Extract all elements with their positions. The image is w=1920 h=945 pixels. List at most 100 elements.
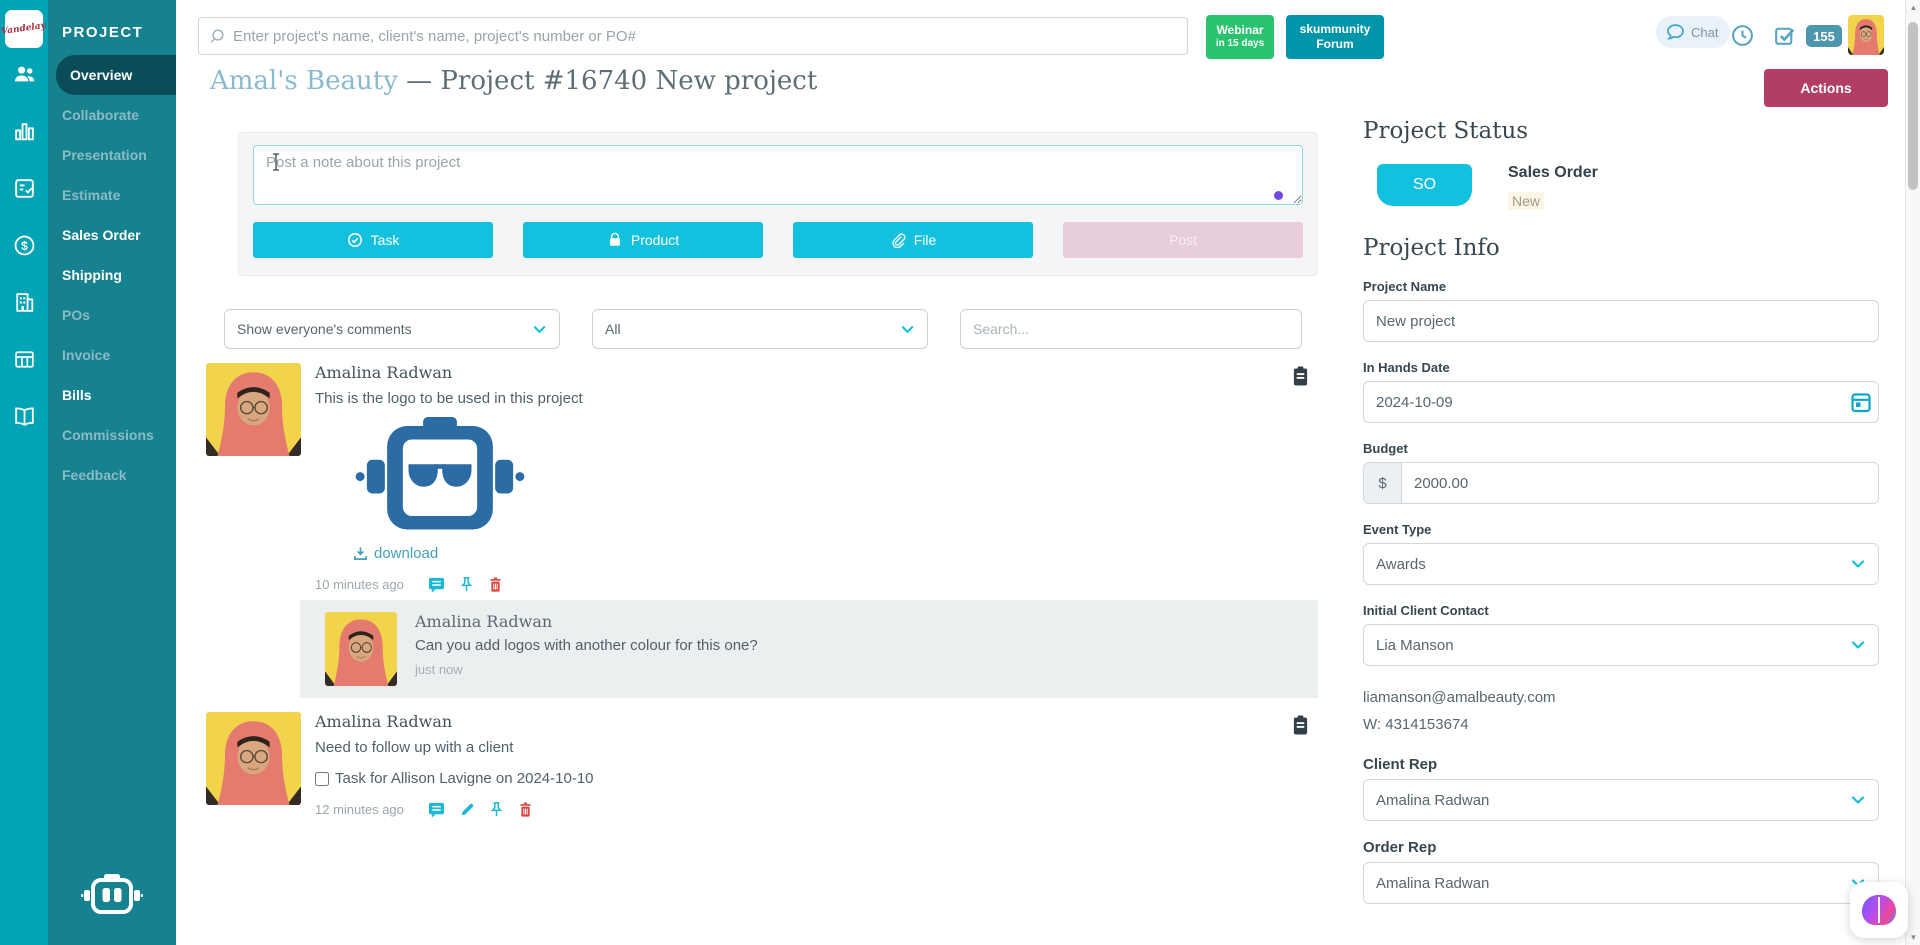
checkbox-icon[interactable] [1772, 23, 1797, 48]
download-link[interactable]: download [353, 545, 1309, 562]
task-check-icon [347, 232, 363, 248]
compose-panel: Task Product File Post [238, 132, 1318, 276]
client-name-link[interactable]: Amal's Beauty [210, 66, 398, 96]
users-icon[interactable] [12, 62, 37, 87]
actions-button[interactable]: Actions [1764, 69, 1888, 107]
comment-text: This is the logo to be used in this proj… [315, 390, 1309, 407]
scrollbar-thumb[interactable] [1908, 22, 1918, 190]
chevron-down-icon [532, 322, 547, 337]
sidebar-section-label: PROJECT [48, 0, 176, 55]
pencil-icon[interactable] [459, 802, 475, 818]
forum-button[interactable]: skummunity Forum [1286, 15, 1384, 59]
trash-icon[interactable] [518, 801, 533, 818]
avatar [206, 363, 301, 456]
comment-filters: Show everyone's comments All [224, 309, 1302, 349]
comment-timestamp: 12 minutes ago [315, 802, 404, 817]
robot-icon [81, 874, 143, 923]
ai-assistant-button[interactable] [1850, 882, 1908, 938]
product-bag-icon [607, 232, 623, 248]
pin-icon[interactable] [459, 576, 474, 593]
comments-type-select[interactable]: All [592, 309, 928, 349]
project-overview-page: Vandelay $ PROJECT Overview Collaborate … [0, 0, 1920, 945]
scrollbar-down-arrow[interactable]: ▼ [1906, 933, 1920, 942]
comment-icon[interactable] [428, 801, 445, 818]
project-name-label: Project Name [1363, 279, 1883, 294]
sidebar-item-presentation[interactable]: Presentation [48, 135, 176, 175]
in-hands-date-input[interactable] [1363, 381, 1879, 423]
chevron-down-icon [1850, 637, 1866, 653]
status-badge[interactable]: SO [1377, 164, 1472, 206]
contact-phone: W: 4314153674 [1363, 711, 1883, 738]
currency-prefix: $ [1364, 463, 1402, 503]
comments-search-input[interactable] [960, 309, 1302, 349]
client-rep-select[interactable]: Amalina Radwan [1363, 779, 1879, 821]
collaborator-cursor-dot [1274, 191, 1283, 200]
event-type-select[interactable]: Awards [1363, 543, 1879, 585]
initial-client-contact-select[interactable]: Lia Manson [1363, 624, 1879, 666]
comment-item: Amalina Radwan Need to follow up with a … [206, 712, 1309, 818]
sidebar-item-pos[interactable]: POs [48, 295, 176, 335]
global-search-input[interactable] [198, 17, 1188, 55]
comment-reply-item: Amalina Radwan Can you add logos with an… [300, 600, 1318, 698]
bar-chart-icon[interactable] [12, 119, 37, 144]
comment-item: Amalina Radwan This is the logo to be us… [206, 363, 1309, 593]
order-rep-select[interactable]: Amalina Radwan [1363, 862, 1879, 904]
clipboard-icon[interactable] [1292, 365, 1309, 387]
comments-visibility-select[interactable]: Show everyone's comments [224, 309, 560, 349]
sidebar-item-bills[interactable]: Bills [48, 375, 176, 415]
note-textarea[interactable] [253, 145, 1303, 205]
company-logo-text: Vandelay [1, 21, 47, 37]
attached-logo-image[interactable] [353, 417, 1309, 539]
project-details-panel: Project Status SO Sales Order New Projec… [1363, 118, 1883, 904]
sidebar-item-overview[interactable]: Overview [56, 55, 176, 95]
event-type-label: Event Type [1363, 522, 1883, 537]
paperclip-icon [890, 232, 906, 248]
project-info-heading: Project Info [1363, 235, 1883, 261]
sidebar-item-feedback[interactable]: Feedback [48, 455, 176, 495]
in-hands-date-label: In Hands Date [1363, 360, 1883, 375]
sidebar-item-sales-order[interactable]: Sales Order [48, 215, 176, 255]
dollar-circle-icon[interactable]: $ [12, 233, 37, 258]
sidebar-item-collaborate[interactable]: Collaborate [48, 95, 176, 135]
chevron-down-icon [1850, 556, 1866, 572]
budget-input[interactable] [1402, 463, 1878, 503]
company-logo[interactable]: Vandelay [5, 10, 43, 48]
scrollbar-up-arrow[interactable]: ▲ [1906, 3, 1920, 12]
page-title: Amal's Beauty — Project #16740 New proje… [210, 66, 817, 96]
sidebar-item-estimate[interactable]: Estimate [48, 175, 176, 215]
clock-icon[interactable] [1730, 23, 1755, 48]
calendar-icon[interactable] [1849, 390, 1873, 414]
chat-bubble-icon [1664, 21, 1686, 43]
add-file-button[interactable]: File [793, 222, 1033, 258]
invoice-table-icon[interactable] [12, 347, 37, 372]
budget-label: Budget [1363, 441, 1883, 456]
checklist-icon[interactable] [12, 176, 37, 201]
chat-button[interactable]: Chat [1656, 16, 1730, 48]
clipboard-icon[interactable] [1292, 714, 1309, 736]
avatar [325, 612, 397, 686]
comment-timestamp: 10 minutes ago [315, 577, 404, 592]
project-name-input[interactable] [1363, 300, 1879, 342]
download-icon [353, 546, 368, 561]
task-checkbox[interactable] [315, 772, 329, 786]
webinar-button[interactable]: Webinar in 15 days [1206, 15, 1274, 59]
book-icon[interactable] [12, 404, 37, 429]
task-text: Task for Allison Lavigne on 2024-10-10 [335, 770, 594, 787]
post-button[interactable]: Post [1063, 222, 1303, 258]
building-icon[interactable] [12, 290, 37, 315]
user-avatar[interactable] [1848, 15, 1884, 55]
trash-icon[interactable] [488, 576, 503, 593]
add-task-button[interactable]: Task [253, 222, 493, 258]
sidebar-item-commissions[interactable]: Commissions [48, 415, 176, 455]
add-product-button[interactable]: Product [523, 222, 763, 258]
reply-text: Can you add logos with another colour fo… [415, 637, 1318, 654]
comment-icon[interactable] [428, 576, 445, 593]
sidebar-item-shipping[interactable]: Shipping [48, 255, 176, 295]
project-sidebar: PROJECT Overview Collaborate Presentatio… [48, 0, 176, 945]
comment-author: Amalina Radwan [315, 363, 1309, 382]
scrollbar[interactable]: ▲ ▼ [1905, 0, 1920, 945]
svg-text:$: $ [21, 239, 28, 253]
pin-icon[interactable] [489, 801, 504, 818]
notification-count-badge[interactable]: 155 [1806, 25, 1842, 47]
sidebar-item-invoice[interactable]: Invoice [48, 335, 176, 375]
